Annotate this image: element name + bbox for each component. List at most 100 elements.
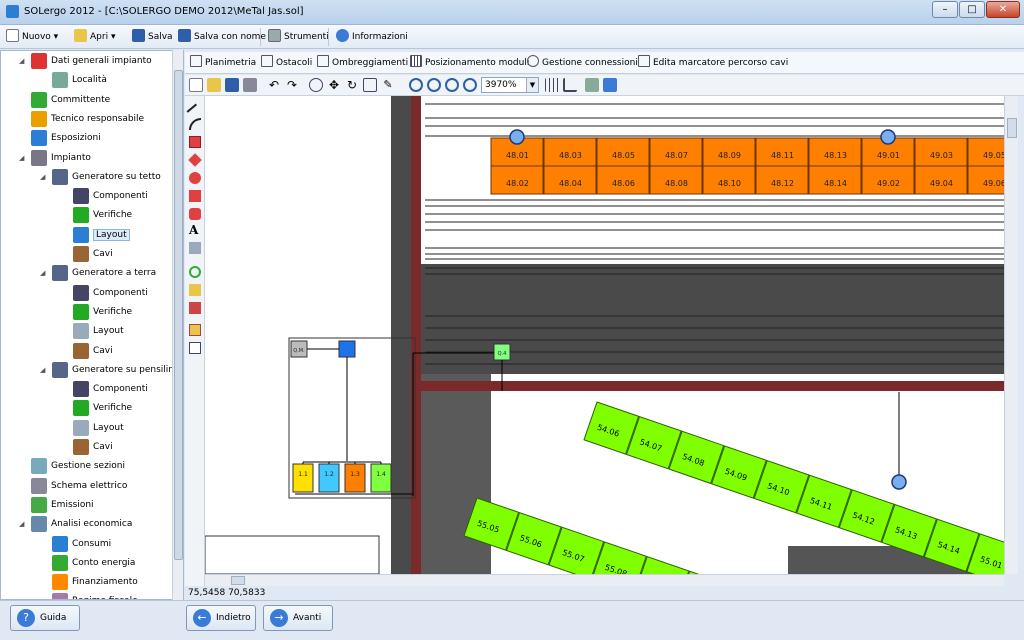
tree-item-committente[interactable]: Committente [31, 91, 110, 108]
tree-item-schema-elettrico[interactable]: Schema elettrico [31, 477, 127, 494]
tab-posizionamento-moduli[interactable]: Posizionamento moduli [410, 55, 529, 71]
tree-item-conto-energia[interactable]: Conto energia [52, 554, 135, 571]
guide-button[interactable]: ? Guida [10, 605, 80, 631]
tree-item-componenti[interactable]: Componenti [73, 284, 148, 301]
tree-item-layout[interactable]: Layout [73, 226, 130, 243]
tab-ombreggiamenti[interactable]: Ombreggiamenti [317, 55, 408, 71]
collapse-arrow-icon[interactable]: ◢ [40, 366, 45, 374]
diamond-tool-icon[interactable] [188, 153, 202, 167]
tree-item-label: Generatore a terra [72, 268, 157, 279]
polygon-tool-icon[interactable] [189, 190, 201, 202]
scale-icon[interactable] [363, 78, 377, 92]
tree-item-label: Cavi [93, 249, 113, 259]
tree-item-generatore-a-terra[interactable]: Generatore a terra [52, 265, 157, 282]
open-button[interactable]: Apri ▾ [74, 29, 115, 45]
tree-item-cavi[interactable]: Cavi [73, 342, 113, 359]
tab-edita-marcatore[interactable]: Edita marcatore percorso cavi [638, 55, 788, 71]
new-drawing-icon[interactable] [189, 78, 203, 92]
save-as-button[interactable]: Salva con nome [178, 29, 266, 45]
brush-tool-icon[interactable] [189, 284, 201, 296]
minimize-button[interactable]: – [932, 1, 958, 18]
module-label: 48.08 [665, 179, 688, 188]
tree-item-componenti[interactable]: Componenti [73, 381, 148, 398]
properties-icon[interactable] [603, 78, 617, 92]
save-button[interactable]: Salva [132, 29, 173, 45]
collapse-arrow-icon[interactable]: ◢ [19, 57, 24, 65]
circle-tool-icon[interactable] [189, 172, 201, 184]
text-tool-icon[interactable]: A [189, 224, 201, 236]
tree-item-layout[interactable]: Layout [73, 419, 124, 436]
maximize-button[interactable]: □ [959, 1, 985, 18]
canvas-horizontal-scrollbar[interactable] [205, 574, 1004, 586]
close-button[interactable]: ✕ [986, 1, 1020, 18]
zoom-out-icon[interactable] [445, 78, 459, 92]
tree-item-componenti[interactable]: Componenti [73, 188, 148, 205]
navigation-tree: Dati generali impianto ◢ Località Committen… [0, 50, 184, 600]
tree-item-dati-generali-impianto[interactable]: Dati generali impianto [31, 53, 152, 69]
tree-item-cavi[interactable]: Cavi [73, 246, 113, 262]
main-toolbar: Nuovo ▾ Apri ▾ Salva Salva con nome Stru… [0, 25, 1024, 49]
zoom-select[interactable]: 3970% ▼ [481, 77, 539, 93]
zoom-in-icon[interactable] [409, 78, 423, 92]
next-button[interactable]: → Avanti [263, 605, 333, 631]
tree-item-label: Consumi [72, 538, 112, 549]
print-icon[interactable] [243, 78, 257, 92]
hatch-tool-icon[interactable] [189, 242, 201, 254]
tree-item-cavi[interactable]: Cavi [73, 439, 113, 455]
fill-tool-icon[interactable] [189, 208, 201, 220]
tree-item-finanziamento[interactable]: Finanziamento [52, 574, 138, 591]
tree-item-verifiche[interactable]: Verifiche [73, 207, 132, 224]
grid-icon[interactable] [545, 78, 559, 92]
tab-ostacoli[interactable]: Ostacoli [261, 55, 312, 71]
edit-tool-icon[interactable] [189, 342, 201, 354]
tab-planimetria[interactable]: Planimetria [190, 55, 256, 71]
tree-scrollbar[interactable] [172, 50, 183, 600]
rectangle-tool-icon[interactable] [189, 136, 201, 148]
collapse-arrow-icon[interactable]: ◢ [40, 269, 45, 277]
save-drawing-icon[interactable] [225, 78, 239, 92]
move-icon[interactable]: ✥ [327, 78, 341, 92]
erase-tool-icon[interactable] [189, 302, 201, 314]
pencil-icon[interactable]: ✎ [381, 78, 395, 92]
back-button[interactable]: ← Indietro [186, 605, 256, 631]
undo-icon[interactable]: ↶ [267, 78, 281, 92]
tree-item-impianto[interactable]: Impianto [31, 149, 91, 166]
open-drawing-icon[interactable] [207, 78, 221, 92]
tree-item-label: Tecnico responsabile [51, 113, 145, 124]
ortho-icon[interactable] [563, 78, 577, 92]
picture-tool-icon[interactable] [189, 324, 201, 336]
link-tool-icon[interactable] [189, 266, 201, 278]
tree-item-label: Impianto [51, 152, 91, 163]
tree-item-emissioni[interactable]: Emissioni [31, 496, 94, 513]
zoom-fit-icon[interactable] [427, 78, 441, 92]
tree-item-verifiche[interactable]: Verifiche [73, 400, 132, 417]
tab-gestione-connessioni[interactable]: Gestione connessioni [527, 55, 638, 71]
new-button[interactable]: Nuovo ▾ [6, 29, 58, 45]
tree-item-regime-fiscale[interactable]: Regime fiscale [52, 593, 138, 599]
tree-item-tecnico-responsabile[interactable]: Tecnico responsabile [31, 110, 145, 127]
collapse-arrow-icon[interactable]: ◢ [19, 154, 24, 162]
tree-item-layout[interactable]: Layout [73, 323, 124, 340]
module-label: 48.01 [506, 151, 529, 160]
redo-icon[interactable]: ↷ [285, 78, 299, 92]
layout-canvas[interactable]: 48.01 48.03 48.05 48.07 48.09 48.11 48.13 49.01… [205, 96, 1004, 574]
arc-tool-icon[interactable] [189, 118, 201, 130]
tree-item-analisi-economica[interactable]: Analisi economica [31, 516, 132, 533]
tree-item-localit-[interactable]: Località [52, 72, 107, 89]
collapse-arrow-icon[interactable]: ◢ [19, 520, 24, 528]
tree-item-gestione-sezioni[interactable]: Gestione sezioni [31, 458, 125, 475]
info-button[interactable]: Informazioni [336, 29, 408, 45]
tree-item-consumi[interactable]: Consumi [52, 535, 112, 552]
tree-item-verifiche[interactable]: Verifiche [73, 303, 132, 320]
zoom-window-icon[interactable] [463, 78, 477, 92]
tree-item-esposizioni[interactable]: Esposizioni [31, 130, 101, 147]
select-icon[interactable] [309, 78, 323, 92]
rotate-icon[interactable]: ↻ [345, 78, 359, 92]
tree-item-generatore-su-pensilina[interactable]: Generatore su pensilina [52, 361, 180, 378]
collapse-arrow-icon[interactable]: ◢ [40, 173, 45, 181]
tree-item-generatore-su-tetto[interactable]: Generatore su tetto [52, 168, 161, 185]
plan-drawing[interactable]: 48.01 48.03 48.05 48.07 48.09 48.11 48.13 49.01… [205, 96, 1004, 574]
tools-button[interactable]: Strumenti [268, 29, 329, 45]
layers-icon[interactable] [585, 78, 599, 92]
canvas-vertical-scrollbar[interactable] [1004, 96, 1018, 574]
